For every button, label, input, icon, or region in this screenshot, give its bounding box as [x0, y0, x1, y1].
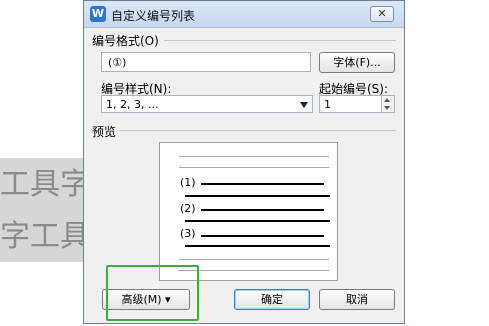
group-divider	[164, 40, 396, 41]
preview-black-line	[185, 245, 330, 247]
preview-item-label: (1)	[180, 176, 196, 189]
document-text-line2: 字工具	[0, 219, 90, 254]
preview-grey-line	[179, 259, 329, 260]
chevron-down-icon	[300, 102, 308, 108]
spin-up-icon	[384, 98, 390, 102]
preview-grey-line	[179, 270, 329, 271]
number-format-label: 编号格式(O)	[92, 34, 159, 48]
preview-black-line	[201, 235, 324, 237]
preview-black-line	[201, 209, 324, 211]
document-text-line1: 工具字	[0, 167, 90, 202]
close-button[interactable]: ✕	[370, 6, 394, 22]
cancel-button[interactable]: 取消	[319, 289, 395, 310]
preview-black-line	[185, 195, 330, 197]
preview-item-label: (3)	[180, 227, 196, 240]
start-number-value: 1	[324, 98, 331, 111]
preview-item-label: (2)	[180, 202, 196, 215]
title-bar[interactable]: W 自定义编号列表 ✕	[84, 1, 404, 28]
preview-black-line	[185, 220, 330, 222]
preview-label: 预览	[92, 125, 117, 139]
preview-grey-line	[179, 156, 329, 157]
preview-grey-line	[179, 167, 329, 168]
spin-buttons[interactable]	[381, 96, 394, 112]
number-style-select[interactable]: 1, 2, 3, ...	[101, 95, 313, 113]
preview-box: (1) (2) (3)	[159, 142, 338, 281]
spin-down-icon	[384, 106, 390, 110]
close-icon: ✕	[377, 7, 387, 20]
ok-button[interactable]: 确定	[234, 289, 310, 310]
group-divider	[120, 130, 396, 131]
number-style-value: 1, 2, 3, ...	[106, 98, 159, 111]
font-button[interactable]: 字体(F)...	[319, 52, 395, 73]
highlight-annotation-box	[106, 265, 199, 321]
preview-black-line	[201, 183, 324, 185]
wps-app-icon: W	[90, 6, 106, 22]
dialog-title: 自定义编号列表	[111, 9, 196, 23]
number-format-input[interactable]: (①)	[101, 52, 311, 72]
start-number-stepper[interactable]: 1	[319, 95, 395, 113]
